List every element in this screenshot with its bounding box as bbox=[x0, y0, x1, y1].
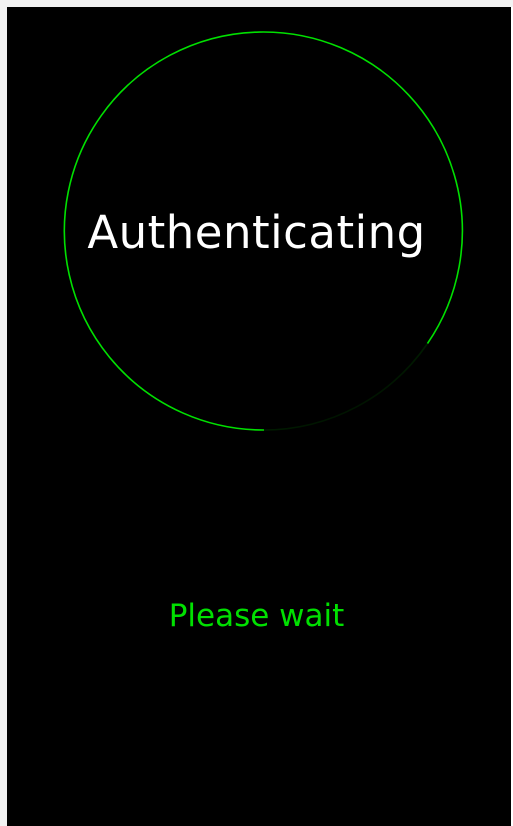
authenticating-title: Authenticating bbox=[87, 206, 426, 259]
window-left-edge bbox=[0, 0, 7, 826]
progress-ring-tail bbox=[263, 343, 429, 431]
please-wait-text: Please wait bbox=[168, 598, 345, 634]
authentication-screen: Authenticating Please wait bbox=[7, 7, 511, 826]
window-top-edge bbox=[0, 0, 513, 7]
